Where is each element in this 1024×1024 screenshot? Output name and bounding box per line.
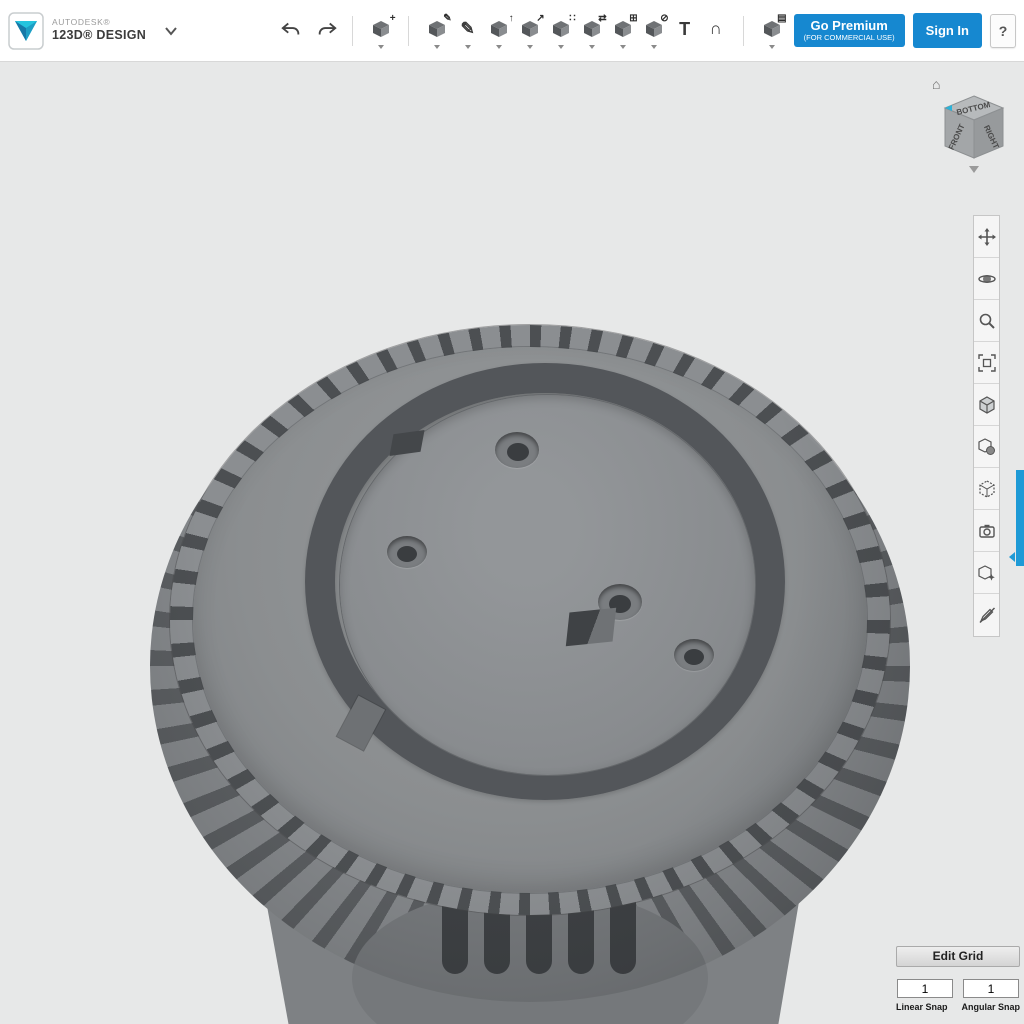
tool-sketch-button[interactable]: ✎ xyxy=(421,12,452,49)
go-premium-sublabel: (FOR COMMERCIAL USE) xyxy=(803,32,895,42)
tool-text-button[interactable]: T xyxy=(669,12,700,49)
view-cube[interactable]: ⌂ BOTTOM FRONT RIGHT xyxy=(932,76,1016,186)
split-caret-icon xyxy=(650,45,657,49)
app-header: AUTODESK® 123D® DESIGN + ✎ ✎ ↑ ↗ ∷ ⇄ ⊞ ⊘… xyxy=(0,0,1024,62)
visibility-button[interactable] xyxy=(974,552,999,594)
zoom-button[interactable] xyxy=(974,300,999,342)
tool-pattern-button[interactable]: ∷ xyxy=(545,12,576,49)
shaded-view-button[interactable] xyxy=(974,384,999,426)
tool-combine-button[interactable]: ⊞ xyxy=(607,12,638,49)
model-hole-bore xyxy=(397,546,417,562)
toolbar-separator xyxy=(408,15,410,46)
tool-primitives-button[interactable]: + xyxy=(365,12,396,49)
angular-snap-input[interactable] xyxy=(963,979,1019,998)
tool-extrude-button[interactable]: ↑ xyxy=(483,12,514,49)
model-notch xyxy=(565,607,617,647)
go-premium-button[interactable]: Go Premium (FOR COMMERCIAL USE) xyxy=(793,13,905,48)
material-overlay: ▤ xyxy=(777,13,787,24)
model-hole-bore xyxy=(507,443,529,461)
help-button[interactable]: ? xyxy=(990,13,1016,48)
sketch-overlay: ✎ xyxy=(443,13,452,24)
primitives-caret-icon xyxy=(377,45,384,49)
undo-icon xyxy=(281,22,300,35)
primitives-overlay: + xyxy=(389,13,396,24)
toolbar-tools-material: ▤ xyxy=(756,12,787,49)
pan-icon xyxy=(977,227,996,246)
visibility-cube-icon xyxy=(977,564,995,581)
tool-snap-button[interactable]: ∩ xyxy=(700,12,731,49)
toolbar-separator xyxy=(743,15,745,46)
construct-overlay: ↗ xyxy=(536,13,545,24)
magnifier-icon xyxy=(979,313,995,329)
material-cube-icon xyxy=(977,437,995,455)
toolbar-separator xyxy=(352,15,354,46)
pattern-icon xyxy=(551,19,571,39)
toolbar-tools-main: ✎ ✎ ↑ ↗ ∷ ⇄ ⊞ ⊘ T ∩ xyxy=(421,12,731,49)
mirror-overlay: ⇄ xyxy=(598,13,607,24)
edit-grid-button[interactable]: Edit Grid xyxy=(896,946,1020,967)
tool-construct-button[interactable]: ↗ xyxy=(514,12,545,49)
camera-icon xyxy=(978,524,995,538)
app-logo-icon[interactable] xyxy=(8,11,44,50)
render-cube-icon xyxy=(978,479,995,498)
fit-icon xyxy=(977,353,996,372)
construct-caret-icon xyxy=(526,45,533,49)
extrude-icon xyxy=(489,19,509,39)
primitives-icon xyxy=(371,19,391,39)
viewport-canvas[interactable]: ⌂ BOTTOM FRONT RIGHT Edit Grid 1 1 Linea… xyxy=(0,62,1024,1024)
tool-split-button[interactable]: ⊘ xyxy=(638,12,669,49)
undo-button[interactable] xyxy=(278,19,304,42)
linear-snap-label: Linear Snap xyxy=(896,1002,948,1012)
pencil-slash-icon xyxy=(978,607,995,624)
tool-mirror-button[interactable]: ⇄ xyxy=(576,12,607,49)
render-button[interactable] xyxy=(974,468,999,510)
edit-grid-panel: Edit Grid Linear Snap Angular Snap xyxy=(896,946,1020,1012)
pattern-overlay: ∷ xyxy=(569,13,576,24)
brand-product: 123D® DESIGN xyxy=(52,28,147,42)
snap-icon: ∩ xyxy=(709,19,722,38)
go-premium-label: Go Premium xyxy=(810,17,888,33)
toolbar-tools: + xyxy=(365,12,396,49)
fit-button[interactable] xyxy=(974,342,999,384)
material-caret-icon xyxy=(768,45,775,49)
angular-snap-label: Angular Snap xyxy=(961,1002,1020,1012)
panel-flyout-tab[interactable] xyxy=(1009,470,1024,566)
orbit-icon xyxy=(977,274,996,283)
extrude-overlay: ↑ xyxy=(508,13,514,24)
pan-button[interactable] xyxy=(974,216,999,258)
sketch-caret-icon xyxy=(433,45,440,49)
text-icon: T xyxy=(679,18,691,39)
navigation-toolbar xyxy=(973,215,1000,637)
menu-chevron-icon[interactable] xyxy=(164,26,178,36)
tool-sketch-spline-button[interactable]: ✎ xyxy=(452,12,483,49)
materials-button[interactable] xyxy=(974,426,999,468)
combine-overlay: ⊞ xyxy=(629,13,638,24)
screenshot-button[interactable] xyxy=(974,510,999,552)
sign-in-button[interactable]: Sign In xyxy=(912,13,982,48)
redo-button[interactable] xyxy=(314,19,340,42)
hide-sketches-button[interactable] xyxy=(974,594,999,636)
brand-company: AUTODESK® xyxy=(52,17,111,28)
mirror-caret-icon xyxy=(588,45,595,49)
shaded-cube-icon xyxy=(978,395,995,414)
sketch-spline-caret-icon xyxy=(464,45,471,49)
linear-snap-input[interactable] xyxy=(897,979,953,998)
brand-text: AUTODESK® 123D® DESIGN xyxy=(52,17,146,43)
pattern-caret-icon xyxy=(557,45,564,49)
split-overlay: ⊘ xyxy=(660,13,669,24)
combine-caret-icon xyxy=(619,45,626,49)
tool-material-button[interactable]: ▤ xyxy=(756,12,787,49)
extrude-caret-icon xyxy=(495,45,502,49)
model-hole-bore xyxy=(684,649,704,665)
viewcube-rotate-arrow-icon[interactable] xyxy=(969,166,979,173)
sketch-spline-icon: ✎ xyxy=(460,19,475,38)
redo-icon xyxy=(318,22,337,35)
flyout-arrow-icon xyxy=(1009,552,1015,562)
orbit-button[interactable] xyxy=(974,258,999,300)
